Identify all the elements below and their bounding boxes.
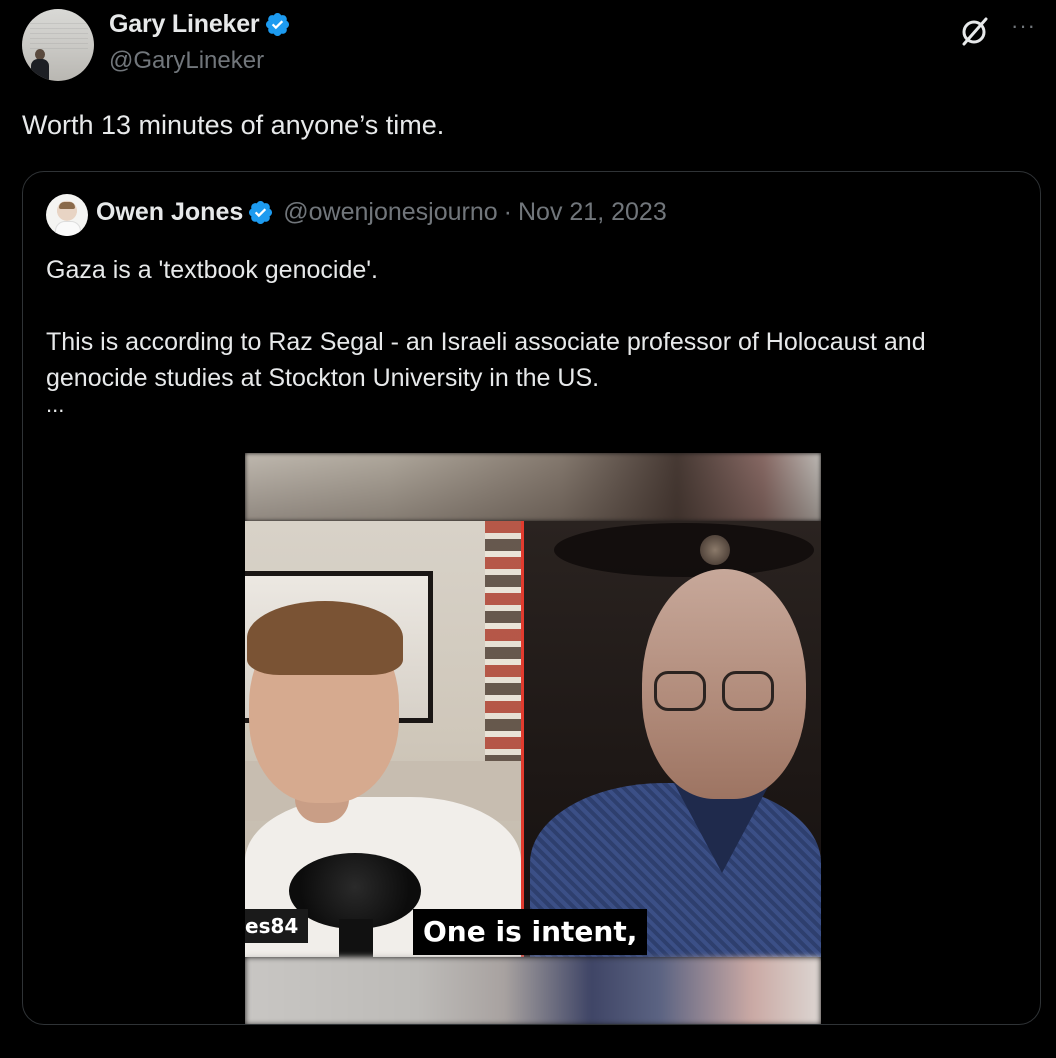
glasses-right-lens — [722, 671, 774, 711]
video-player[interactable]: es84 One is intent, — [245, 453, 821, 1024]
verified-badge-icon — [266, 12, 290, 37]
video-name-tag: es84 — [245, 909, 309, 943]
video-left-pane: es84 — [245, 521, 521, 957]
video-blur-bottom — [245, 957, 821, 1024]
quoted-text-paragraph: This is according to Raz Segal - an Isra… — [46, 328, 926, 392]
author-name-row: Gary Lineker — [109, 10, 291, 39]
show-more-ellipsis[interactable]: ... — [46, 392, 64, 418]
tweet: Gary Lineker @GaryLineker ··· Worth 13 m… — [0, 0, 1056, 1058]
author-display-name[interactable]: Gary Lineker — [109, 10, 260, 39]
quoted-author-avatar[interactable] — [46, 194, 88, 236]
quoted-text-line: Gaza is a 'textbook genocide'. — [46, 256, 378, 284]
microphone — [289, 853, 421, 929]
speaker-left-hair — [247, 601, 403, 675]
ceiling-lamp — [700, 535, 730, 565]
ceiling-fan — [554, 523, 814, 577]
quoted-author-handle[interactable]: @owenjonesjourno — [283, 198, 497, 227]
video-right-pane — [524, 521, 821, 957]
microphone-stand — [339, 919, 373, 957]
quoted-author-display-name[interactable]: Owen Jones — [96, 198, 243, 227]
author-handle[interactable]: @GaryLineker — [109, 47, 264, 75]
separator-dot: · — [503, 198, 512, 226]
grok-icon[interactable] — [957, 14, 991, 48]
verified-badge-icon — [249, 200, 273, 225]
quoted-tweet-header: Owen Jones @owenjonesjourno · Nov 21, 20… — [96, 198, 667, 227]
video-subtitle: One is intent, — [413, 909, 648, 955]
quoted-tweet-card[interactable]: Owen Jones @owenjonesjourno · Nov 21, 20… — [22, 171, 1041, 1025]
glasses-left-lens — [654, 671, 706, 711]
quoted-tweet-date[interactable]: Nov 21, 2023 — [518, 198, 667, 227]
more-options-icon[interactable]: ··· — [1011, 12, 1036, 40]
quoted-tweet-text: Gaza is a 'textbook genocide'. This is a… — [46, 252, 1026, 396]
tweet-text: Worth 13 minutes of anyone’s time. — [22, 110, 445, 140]
bookshelf — [485, 521, 521, 761]
video-blur-top — [245, 453, 821, 521]
author-avatar[interactable] — [22, 9, 94, 81]
